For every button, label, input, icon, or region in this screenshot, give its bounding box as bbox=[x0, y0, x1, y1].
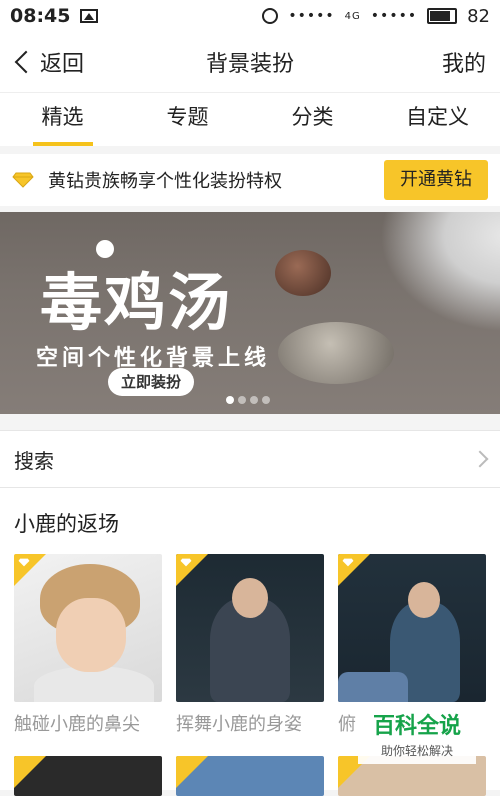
banner-stone bbox=[275, 250, 331, 296]
thumb-shape bbox=[56, 598, 126, 672]
pager-dot[interactable] bbox=[238, 396, 246, 404]
picture-icon bbox=[80, 9, 99, 23]
watermark-title: 百科全说 bbox=[372, 714, 461, 739]
tab-bar: 精选 专题 分类 自定义 bbox=[0, 92, 500, 146]
vip-promo-bar: 黄钻贵族畅享个性化装扮特权 开通黄钻 bbox=[0, 146, 500, 206]
watermark-logo: 百科全说 助你轻松解决 bbox=[358, 712, 476, 764]
theme-thumbnail-partial[interactable] bbox=[176, 756, 324, 796]
promo-banner[interactable]: 毒鸡汤 空间个性化背景上线 立即装扮 bbox=[0, 212, 500, 414]
status-bar: 08:45 ••••• 4G ••••• 82 bbox=[0, 0, 500, 32]
banner-stone-large bbox=[278, 322, 394, 384]
theme-caption: 触碰小鹿的鼻尖 bbox=[14, 714, 140, 735]
signal-icon-2: ••••• bbox=[370, 8, 418, 24]
search-label: 搜索 bbox=[14, 448, 54, 473]
theme-caption: 挥舞小鹿的身姿 bbox=[176, 714, 302, 735]
tab-custom[interactable]: 自定义 bbox=[375, 93, 500, 146]
diamond-icon bbox=[342, 558, 354, 567]
watermark-subtitle: 助你轻松解决 bbox=[380, 744, 453, 758]
network-label: 4G bbox=[344, 10, 361, 22]
theme-thumbnail[interactable] bbox=[338, 554, 486, 702]
pager-dot[interactable] bbox=[262, 396, 270, 404]
banner-wave bbox=[380, 212, 500, 332]
promo-text: 黄钻贵族畅享个性化装扮特权 bbox=[48, 171, 282, 192]
back-button[interactable]: 返回 bbox=[14, 46, 84, 78]
vip-corner-badge bbox=[14, 756, 46, 788]
theme-thumbnail[interactable] bbox=[14, 554, 162, 702]
thumb-shape bbox=[408, 582, 440, 618]
banner-pager bbox=[226, 396, 270, 404]
my-button[interactable]: 我的 bbox=[442, 46, 486, 78]
diamond-icon bbox=[18, 558, 30, 567]
open-vip-button[interactable]: 开通黄钻 bbox=[384, 160, 488, 200]
tab-categories[interactable]: 分类 bbox=[250, 93, 375, 146]
banner-title: 毒鸡汤 bbox=[40, 266, 233, 339]
chevron-right-icon bbox=[471, 450, 489, 468]
pager-dot[interactable] bbox=[250, 396, 258, 404]
alarm-icon bbox=[262, 8, 279, 24]
theme-card[interactable]: 触碰小鹿的鼻尖 bbox=[14, 554, 162, 736]
status-time: 08:45 bbox=[10, 5, 71, 27]
tab-topics[interactable]: 专题 bbox=[125, 93, 250, 146]
theme-thumbnail[interactable] bbox=[176, 554, 324, 702]
pager-dot[interactable] bbox=[226, 396, 234, 404]
thumb-shape bbox=[232, 578, 268, 618]
diamond-icon bbox=[180, 558, 192, 567]
signal-icon: ••••• bbox=[288, 8, 335, 24]
chevron-left-icon bbox=[14, 50, 38, 74]
nav-bar: 返回 背景装扮 我的 bbox=[0, 32, 500, 92]
theme-thumbnail-partial[interactable] bbox=[14, 756, 162, 796]
search-row[interactable]: 搜索 bbox=[0, 430, 500, 488]
diamond-icon bbox=[12, 172, 34, 188]
banner-apply-button[interactable]: 立即装扮 bbox=[108, 368, 194, 396]
theme-card[interactable]: 挥舞小鹿的身姿 bbox=[176, 554, 324, 736]
vip-corner-badge bbox=[176, 756, 208, 788]
battery-percent: 82 bbox=[467, 5, 490, 27]
section-title: 小鹿的返场 bbox=[14, 512, 119, 536]
back-label: 返回 bbox=[40, 52, 85, 77]
thumb-shape bbox=[338, 672, 408, 702]
theme-card[interactable]: 俯 bbox=[338, 554, 486, 736]
battery-icon bbox=[427, 8, 458, 24]
tab-featured[interactable]: 精选 bbox=[0, 93, 125, 146]
